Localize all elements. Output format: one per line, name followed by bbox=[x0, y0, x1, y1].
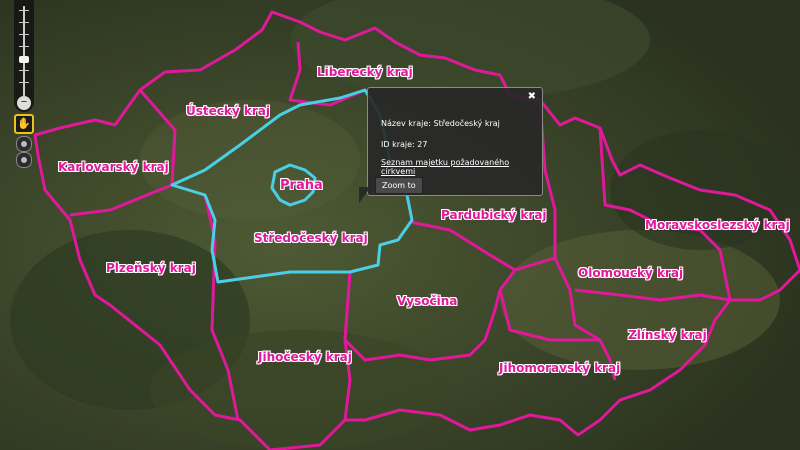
zoom-tick bbox=[19, 10, 29, 11]
region-label-pardubicky[interactable]: Pardubický kraj bbox=[441, 208, 547, 222]
zoom-tick bbox=[19, 70, 29, 71]
zoom-slider-handle[interactable] bbox=[19, 56, 29, 63]
pan-tool-icon[interactable]: ✋ bbox=[14, 114, 34, 134]
region-label-jihomoravsky[interactable]: Jihomoravský kraj bbox=[499, 361, 620, 375]
region-label-vysocina[interactable]: Vysočina bbox=[397, 294, 457, 308]
region-label-praha[interactable]: Praha bbox=[280, 178, 323, 193]
region-info-popup: ✖ Název kraje: Středočeský kraj ID kraje… bbox=[367, 87, 543, 196]
region-id-text: ID kraje: 27 bbox=[381, 140, 428, 149]
close-icon[interactable]: ✖ bbox=[528, 91, 536, 102]
region-label-jihocesky[interactable]: Jihočeský kraj bbox=[258, 350, 352, 364]
back-arrow-icon bbox=[21, 141, 27, 147]
region-label-plzensky[interactable]: Plzeňský kraj bbox=[106, 261, 196, 275]
popup-pointer bbox=[359, 187, 371, 203]
region-name-text: Název kraje: Středočeský kraj bbox=[381, 119, 500, 128]
region-label-olomoucky[interactable]: Olomoucký kraj bbox=[578, 266, 683, 280]
region-label-ustecky[interactable]: Ústecký kraj bbox=[186, 104, 270, 118]
map-view[interactable]: Liberecký kraj Ústecký kraj Karlovarský … bbox=[0, 0, 800, 450]
zoom-out-button[interactable]: − bbox=[17, 96, 31, 110]
next-extent-button[interactable] bbox=[16, 152, 32, 168]
zoom-tick bbox=[19, 34, 29, 35]
zoom-tick bbox=[19, 22, 29, 23]
region-label-moravskoslezsky[interactable]: Moravskoslezský kraj bbox=[645, 218, 790, 232]
region-label-liberecky[interactable]: Liberecký kraj bbox=[317, 65, 413, 79]
property-list-link[interactable]: Seznam majetku požadovaného církvemi bbox=[381, 158, 542, 176]
region-label-karlovarsky[interactable]: Karlovarský kraj bbox=[58, 160, 169, 174]
zoom-tick bbox=[19, 82, 29, 83]
zoom-slider[interactable]: − bbox=[14, 0, 34, 112]
zoom-to-button[interactable]: Zoom to bbox=[375, 177, 423, 194]
region-label-zlinsky[interactable]: Zlínský kraj bbox=[628, 328, 707, 342]
region-label-stredocesky[interactable]: Středočeský kraj bbox=[254, 231, 368, 245]
zoom-tick bbox=[19, 46, 29, 47]
forward-arrow-icon bbox=[21, 157, 27, 163]
previous-extent-button[interactable] bbox=[16, 136, 32, 152]
